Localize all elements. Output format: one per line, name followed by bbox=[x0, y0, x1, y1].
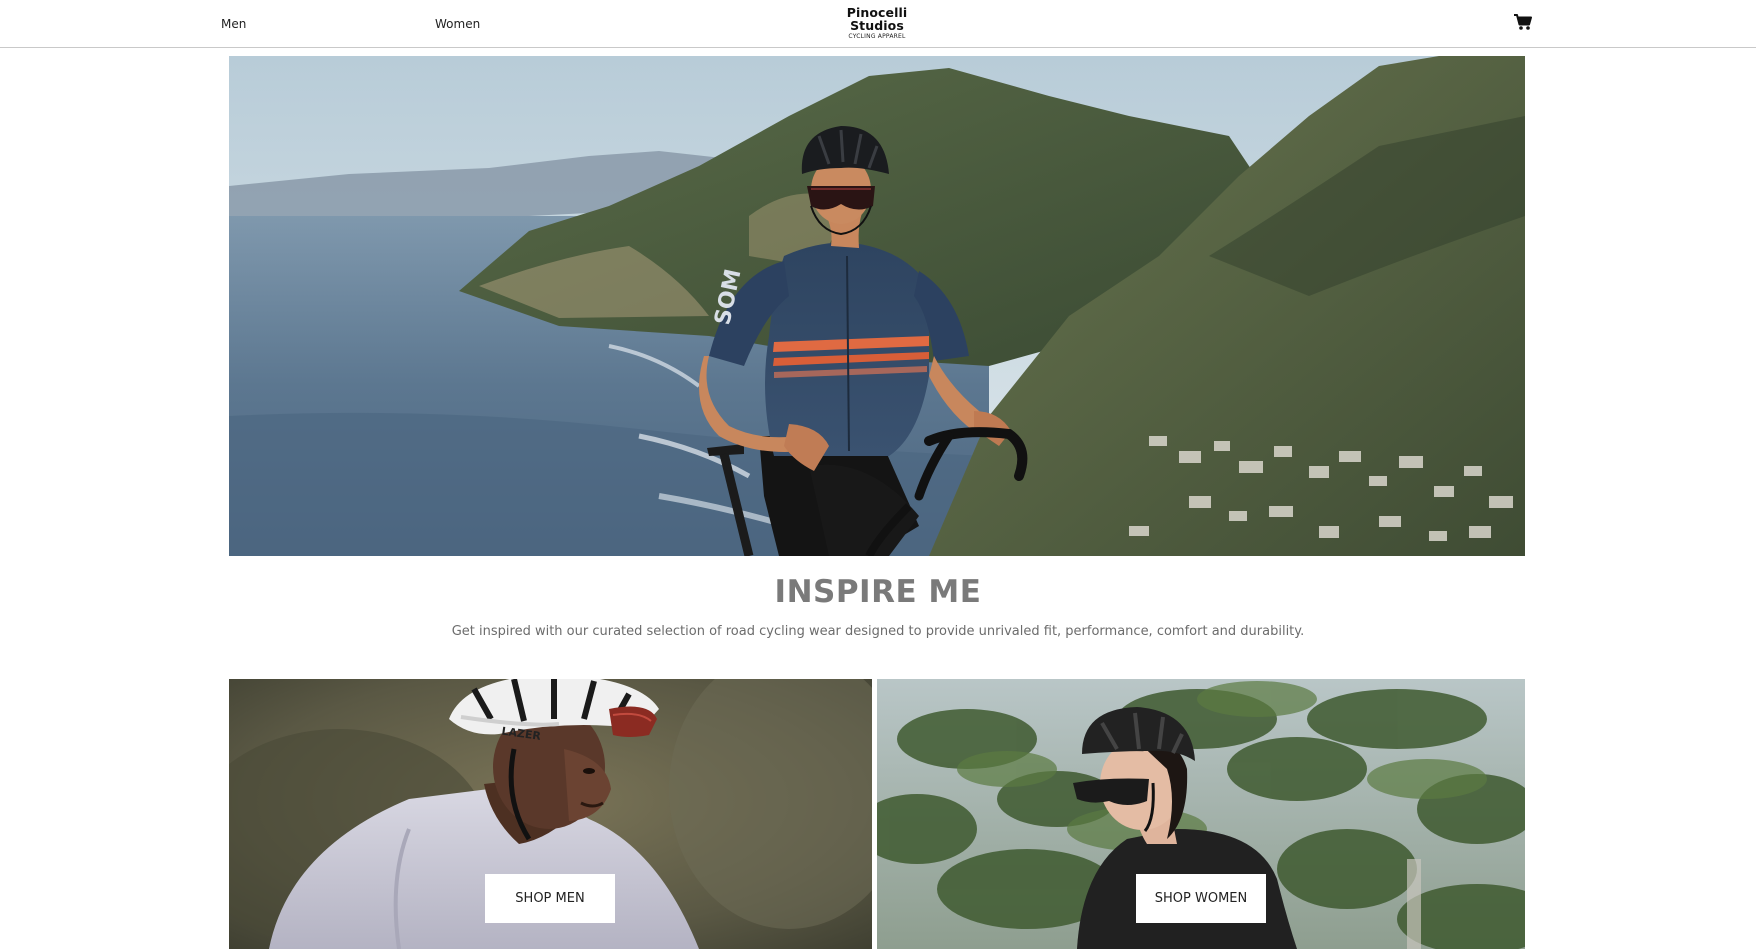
shop-men-button[interactable]: SHOP MEN bbox=[485, 874, 615, 923]
top-navigation: Men Women Pinocelli Studios CYCLING APPA… bbox=[0, 0, 1756, 48]
shopping-cart-icon[interactable] bbox=[1513, 13, 1533, 31]
shop-women-button[interactable]: SHOP WOMEN bbox=[1136, 874, 1266, 923]
brand-logo[interactable]: Pinocelli Studios CYCLING APPAREL bbox=[820, 6, 934, 40]
nav-link-women[interactable]: Women bbox=[435, 17, 480, 31]
brand-tagline: CYCLING APPAREL bbox=[848, 33, 906, 40]
shop-men-tile[interactable]: LAZER SHOP MEN bbox=[229, 679, 872, 949]
section-description: Get inspired with our curated selection … bbox=[451, 624, 1305, 639]
brand-name-line2: Studios bbox=[850, 18, 904, 33]
section-title: INSPIRE ME bbox=[774, 574, 982, 610]
shop-women-tile[interactable]: SHOP WOMEN bbox=[877, 679, 1525, 949]
hero-image: SOM bbox=[229, 56, 1525, 556]
nav-link-men[interactable]: Men bbox=[221, 17, 246, 31]
